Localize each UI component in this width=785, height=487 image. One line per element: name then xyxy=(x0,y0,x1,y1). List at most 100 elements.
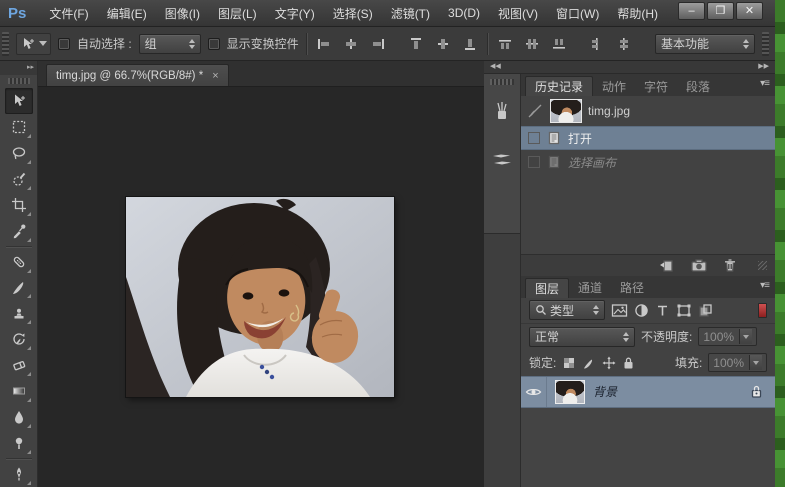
align-right-edges-button[interactable] xyxy=(368,34,388,54)
align-bottom-edges-button[interactable] xyxy=(460,34,480,54)
panel-menu-icon[interactable]: ▾≡ xyxy=(760,280,769,291)
history-brush-source-icon[interactable] xyxy=(526,102,544,120)
tab-paths[interactable]: 路径 xyxy=(611,278,653,298)
strip-grip[interactable] xyxy=(490,79,514,85)
layer-name: 背景 xyxy=(593,383,617,400)
filter-shape-layers-icon[interactable] xyxy=(676,303,692,318)
tool-crop[interactable] xyxy=(5,192,33,218)
new-document-from-state-icon[interactable] xyxy=(658,257,676,273)
tool-spot-healing-brush[interactable] xyxy=(5,249,33,275)
filter-pixel-layers-icon[interactable] xyxy=(611,303,628,318)
brush-presets-panel-icon[interactable] xyxy=(487,143,517,177)
panel-resize-grip[interactable] xyxy=(758,261,767,270)
opacity-input[interactable]: 100% xyxy=(698,327,757,346)
brush-panel-icon[interactable] xyxy=(487,95,517,129)
canvas-area[interactable] xyxy=(38,86,484,487)
tool-eyedropper[interactable] xyxy=(5,218,33,244)
opacity-label: 不透明度: xyxy=(641,328,692,345)
filter-type-layers-icon[interactable] xyxy=(655,303,670,318)
align-left-edges-button[interactable] xyxy=(314,34,334,54)
options-grip[interactable] xyxy=(2,32,9,56)
auto-select-target-select[interactable]: 组 xyxy=(139,34,201,54)
panel-menu-icon[interactable]: ▾≡ xyxy=(760,78,769,89)
align-vertical-centers-button[interactable] xyxy=(433,34,453,54)
fill-dropdown-icon[interactable] xyxy=(749,355,762,370)
tab-close-icon[interactable]: × xyxy=(212,70,218,82)
filter-adjustment-layers-icon[interactable] xyxy=(634,303,649,318)
menu-type[interactable]: 文字(Y) xyxy=(266,1,324,26)
lock-position-icon[interactable] xyxy=(602,356,616,370)
history-state-select-canvas[interactable]: 选择画布 xyxy=(521,150,775,174)
maximize-button[interactable]: ❐ xyxy=(707,2,734,20)
close-button[interactable]: ✕ xyxy=(736,2,763,20)
tool-rectangular-marquee[interactable] xyxy=(5,114,33,140)
auto-select-checkbox[interactable] xyxy=(58,38,70,50)
history-snapshot-row[interactable]: timg.jpg xyxy=(521,96,775,126)
tab-paragraph[interactable]: 段落 xyxy=(677,76,719,96)
distribute-top-edges-button[interactable] xyxy=(495,34,515,54)
filter-smart-objects-icon[interactable] xyxy=(698,303,713,318)
tool-dodge[interactable] xyxy=(5,430,33,456)
collapse-panels-left-icon[interactable]: ◀◀ xyxy=(490,62,501,72)
distribute-vertical-centers-button[interactable] xyxy=(522,34,542,54)
menu-file[interactable]: 文件(F) xyxy=(40,1,97,26)
lock-all-icon[interactable] xyxy=(622,356,635,370)
document-tab[interactable]: timg.jpg @ 66.7%(RGB/8#) * × xyxy=(46,64,229,86)
tool-blur[interactable] xyxy=(5,404,33,430)
tool-eraser[interactable] xyxy=(5,352,33,378)
layers-panel-tabs: 图层 通道 路径 ▾≡ xyxy=(521,276,775,298)
history-source-checkbox[interactable] xyxy=(528,132,540,144)
blend-mode-select[interactable]: 正常 xyxy=(529,327,635,347)
fill-input[interactable]: 100% xyxy=(708,353,767,372)
tool-gradient[interactable] xyxy=(5,378,33,404)
minimize-button[interactable]: – xyxy=(678,2,705,20)
current-tool-button[interactable] xyxy=(16,33,51,55)
menu-filter[interactable]: 滤镜(T) xyxy=(382,1,439,26)
align-horizontal-centers-button[interactable] xyxy=(341,34,361,54)
menu-help[interactable]: 帮助(H) xyxy=(608,1,667,26)
tool-history-brush[interactable] xyxy=(5,326,33,352)
tab-character[interactable]: 字符 xyxy=(635,76,677,96)
layer-visibility-cell[interactable] xyxy=(521,377,547,407)
tab-actions[interactable]: 动作 xyxy=(593,76,635,96)
new-snapshot-camera-icon[interactable] xyxy=(690,257,708,273)
menu-select[interactable]: 选择(S) xyxy=(324,1,382,26)
workspace-select[interactable]: 基本功能 xyxy=(655,34,755,54)
lock-transparency-icon[interactable] xyxy=(562,356,576,370)
menu-image[interactable]: 图像(I) xyxy=(156,1,209,26)
layer-filter-select[interactable]: 类型 xyxy=(529,300,605,320)
menu-view[interactable]: 视图(V) xyxy=(489,1,547,26)
tool-brush[interactable] xyxy=(5,275,33,301)
tool-move[interactable] xyxy=(5,88,33,114)
eye-icon[interactable] xyxy=(525,385,542,399)
tool-lasso[interactable] xyxy=(5,140,33,166)
menu-layer[interactable]: 图层(L) xyxy=(209,1,266,26)
layer-row-background[interactable]: 背景 xyxy=(521,376,775,408)
layer-thumbnail[interactable] xyxy=(555,380,585,404)
tab-channels[interactable]: 通道 xyxy=(569,278,611,298)
history-source-checkbox[interactable] xyxy=(528,156,540,168)
distribute-horizontal-centers-button[interactable] xyxy=(614,34,634,54)
align-top-edges-button[interactable] xyxy=(406,34,426,54)
opacity-dropdown-icon[interactable] xyxy=(739,329,752,344)
tool-pen[interactable] xyxy=(5,461,33,487)
tab-layers[interactable]: 图层 xyxy=(525,278,569,298)
collapse-panels-right-icon[interactable]: ▶▶ xyxy=(758,62,769,72)
tool-quick-selection[interactable] xyxy=(5,166,33,192)
history-state-open[interactable]: 打开 xyxy=(521,126,775,150)
toolbar-grip[interactable] xyxy=(8,78,30,84)
distribute-left-edges-button[interactable] xyxy=(587,34,607,54)
tool-clone-stamp[interactable] xyxy=(5,300,33,326)
options-grip-right[interactable] xyxy=(762,32,769,56)
menu-3d[interactable]: 3D(D) xyxy=(439,2,489,24)
delete-trash-icon[interactable] xyxy=(722,257,738,273)
layer-filter-toggle[interactable] xyxy=(758,303,767,318)
toolbar-collapse-button[interactable]: ▸▸ xyxy=(0,61,37,75)
menu-edit[interactable]: 编辑(E) xyxy=(98,1,156,26)
menu-window[interactable]: 窗口(W) xyxy=(547,1,608,26)
tab-history[interactable]: 历史记录 xyxy=(525,76,593,96)
lock-pixels-icon[interactable] xyxy=(582,356,596,370)
options-divider xyxy=(306,33,307,55)
distribute-bottom-edges-button[interactable] xyxy=(549,34,569,54)
show-transform-checkbox[interactable] xyxy=(208,38,220,50)
